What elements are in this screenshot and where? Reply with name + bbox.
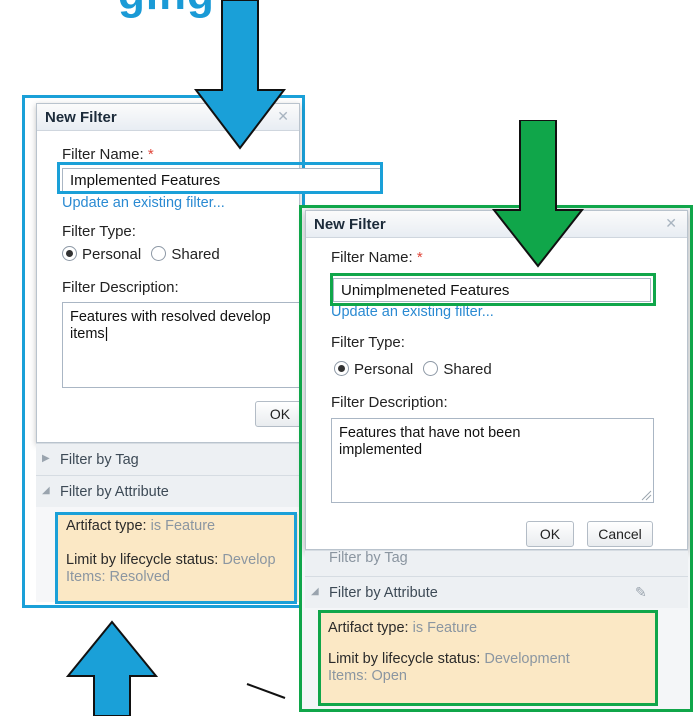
left-personal-label: Personal [82, 246, 142, 263]
arrow-up-icon [65, 620, 159, 716]
left-attribute-highlight [55, 512, 297, 604]
left-shared-radio[interactable] [151, 246, 167, 261]
left-filter-by-attribute-label: Filter by Attribute [60, 484, 169, 500]
left-new-filter-dialog: New Filter ✕ Filter Name: * Implemented … [36, 103, 382, 443]
left-update-filter-link[interactable]: Update an existing filter... [62, 195, 225, 211]
left-dialog-title: New Filter [45, 109, 117, 126]
right-filter-name-highlight [330, 273, 656, 306]
left-shared-label: Shared [171, 246, 220, 263]
left-filter-type-label: Filter Type: [62, 223, 136, 240]
right-attribute-highlight [318, 610, 658, 706]
required-mark: * [147, 146, 154, 163]
left-filter-by-tag-label: Filter by Tag [60, 452, 139, 468]
left-filter-by-attribute-row[interactable]: ◢ Filter by Attribute [36, 475, 300, 507]
left-filter-name-highlight [57, 162, 383, 194]
left-ok-button[interactable]: OK [255, 401, 305, 427]
triangle-right-icon: ▶ [42, 453, 50, 464]
left-description-label: Filter Description: [62, 279, 179, 296]
triangle-down-icon: ◢ [42, 485, 50, 496]
left-filter-name-label: Filter Name: * [62, 146, 154, 163]
arrow-fragment-icon [246, 683, 286, 699]
arrow-down-icon [491, 120, 585, 268]
arrow-down-icon [193, 0, 287, 150]
left-personal-radio[interactable] [62, 246, 77, 261]
left-filter-type-radios: Personal Shared [62, 246, 220, 263]
left-filter-by-tag-row[interactable]: ▶ Filter by Tag [36, 443, 300, 475]
